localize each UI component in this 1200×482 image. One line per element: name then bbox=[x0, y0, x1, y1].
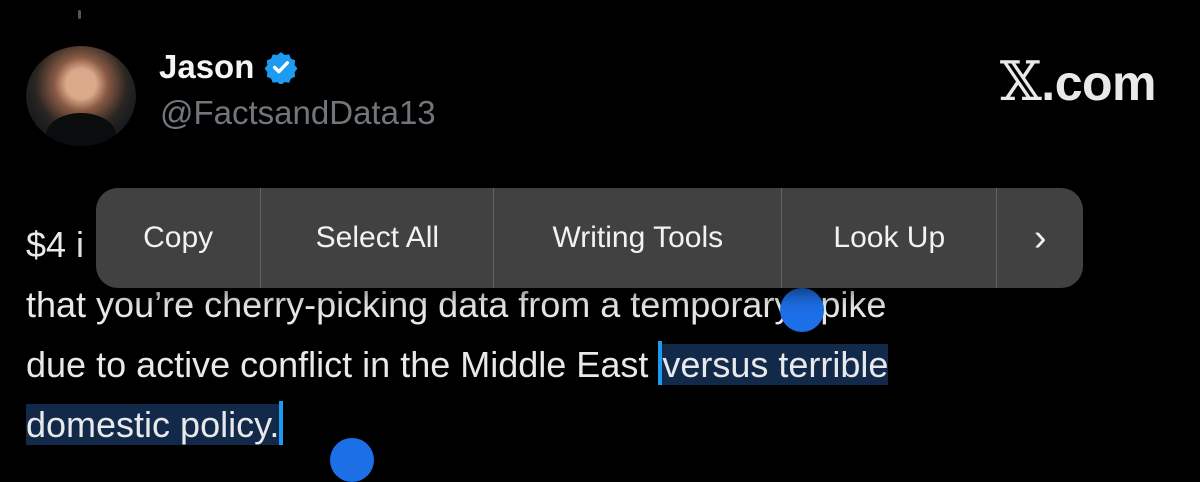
x-logo-suffix: .com bbox=[1041, 55, 1156, 111]
selection-end-caret[interactable] bbox=[279, 401, 284, 445]
selection-start-handle[interactable] bbox=[780, 288, 824, 332]
tweet-line-1: $4 i bbox=[26, 224, 85, 265]
writing-tools-button[interactable]: Writing Tools bbox=[494, 188, 783, 288]
look-up-button[interactable]: Look Up bbox=[782, 188, 998, 288]
author-handle[interactable]: @FactsandData13 bbox=[160, 94, 436, 132]
x-logo: 𝕏.com bbox=[999, 50, 1157, 113]
select-all-button[interactable]: Select All bbox=[261, 188, 495, 288]
selected-text-2: domestic policy. bbox=[26, 404, 280, 445]
tweet-line-2: that you’re cherry-picking data from a t… bbox=[26, 284, 887, 325]
verified-badge-icon bbox=[264, 52, 298, 84]
tweet-line-3: due to active conflict in the Middle Eas… bbox=[26, 344, 659, 385]
status-indicator bbox=[78, 10, 81, 19]
x-icon: 𝕏 bbox=[999, 50, 1042, 113]
copy-button[interactable]: Copy bbox=[96, 188, 262, 288]
selection-end-handle[interactable] bbox=[330, 438, 374, 482]
author-name[interactable]: Jason bbox=[159, 48, 298, 86]
selected-text-1: versus terrible bbox=[662, 344, 889, 385]
avatar[interactable] bbox=[26, 46, 136, 146]
more-chevron-icon[interactable]: › bbox=[997, 188, 1083, 288]
text-context-menu: Copy Select All Writing Tools Look Up › bbox=[96, 188, 1083, 288]
author-name-text: Jason bbox=[159, 48, 255, 85]
